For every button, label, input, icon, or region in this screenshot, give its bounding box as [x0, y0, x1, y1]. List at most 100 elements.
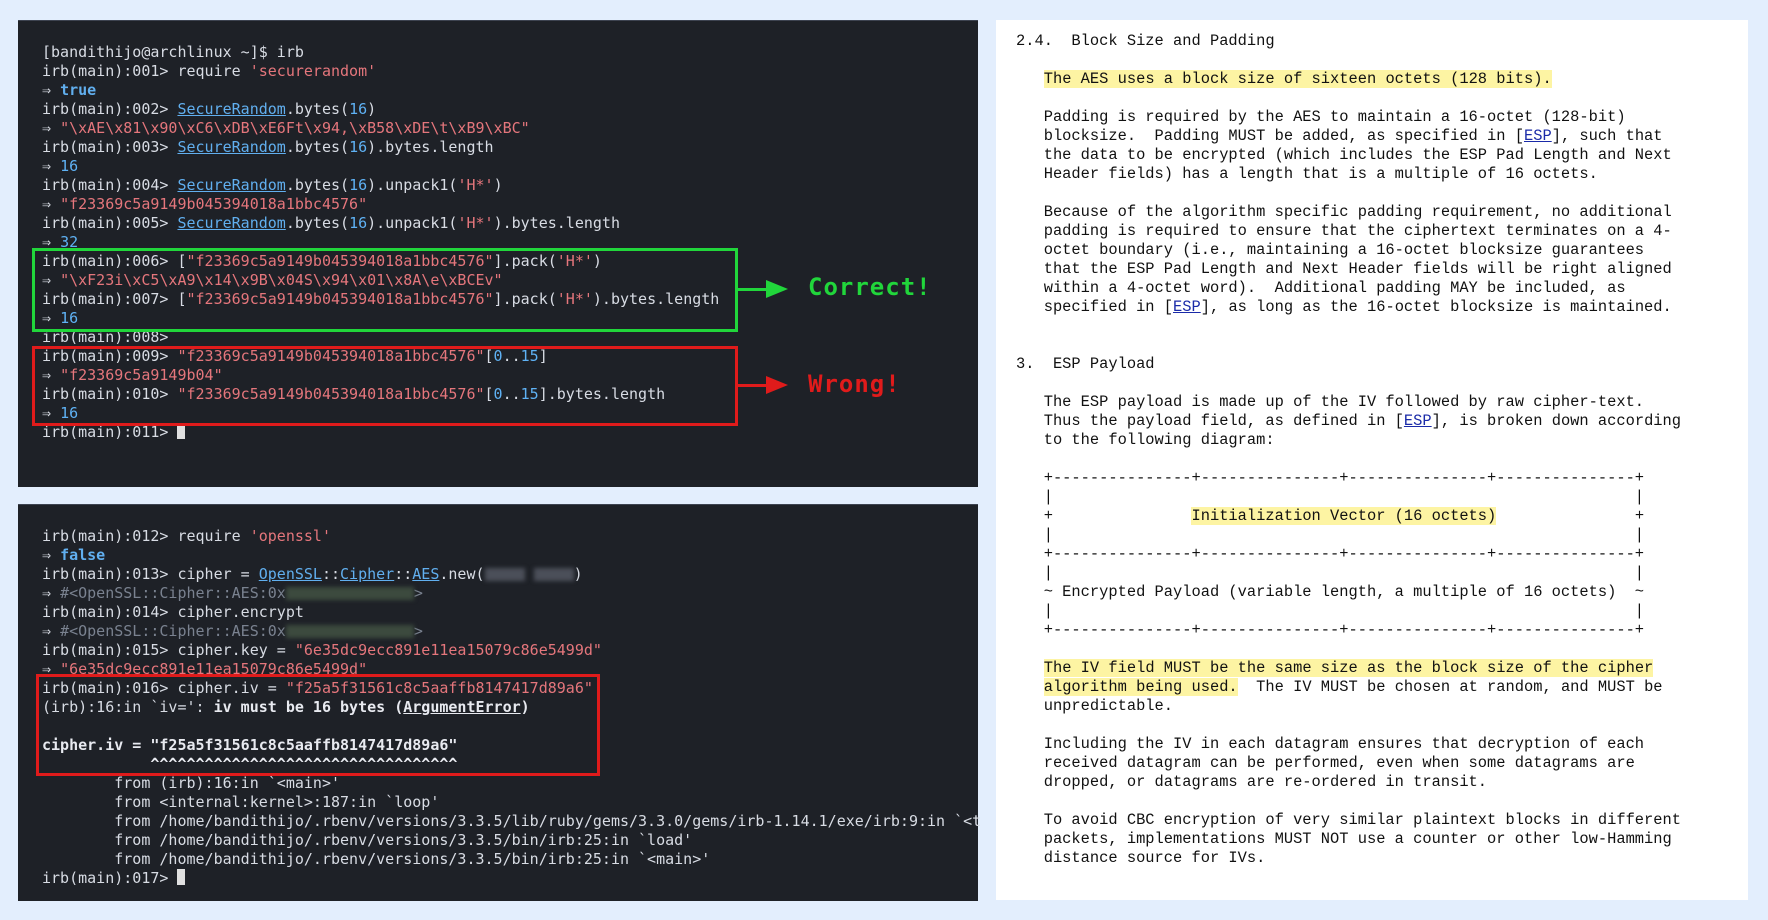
text-line: irb(main):003> SecureRandom.bytes(16).by… [42, 138, 719, 157]
text-segment: 3. ESP Payload [1016, 355, 1155, 373]
redacted-value [533, 568, 574, 581]
text-segment: true [60, 81, 97, 99]
text-line: Because of the algorithm specific paddin… [1016, 203, 1681, 222]
text-segment: irb(main):002> [42, 100, 178, 118]
text-line: the data to be encrypted (which includes… [1016, 146, 1681, 165]
redacted-value [285, 625, 414, 638]
text-line: padding is required to ensure that the c… [1016, 222, 1681, 241]
text-segment: "f23369c5a9149b045394018a1bbc4576" [60, 195, 368, 213]
text-segment: +---------------+---------------+-------… [1016, 469, 1645, 487]
text-segment: ⇒ [42, 119, 61, 137]
text-line: irb(main):004> SecureRandom.bytes(16).un… [42, 176, 719, 195]
text-segment: AES [412, 565, 440, 583]
text-segment: the data to be encrypted (which includes… [1016, 146, 1672, 164]
text-segment: false [60, 546, 106, 564]
text-segment: ).bytes.length [493, 214, 620, 232]
text-segment: 16 [349, 176, 368, 194]
text-segment: to the following diagram: [1016, 431, 1275, 449]
text-segment: | | [1016, 602, 1645, 620]
text-line [1016, 640, 1681, 659]
text-segment: SecureRandom [177, 214, 286, 232]
text-segment: ) [367, 100, 377, 118]
text-segment: 16 [349, 214, 368, 232]
text-segment: Including the IV in each datagram ensure… [1016, 735, 1645, 753]
text-segment: ).unpack1( [367, 176, 458, 194]
text-line [1016, 336, 1681, 355]
text-line: within a 4-octet word). Additional paddi… [1016, 279, 1681, 298]
cursor [177, 869, 186, 885]
text-line: Padding is required by the AES to mainta… [1016, 108, 1681, 127]
text-segment: ) [573, 565, 583, 583]
correct-highlight-box [32, 248, 738, 332]
text-line: irb(main):001> require 'securerandom' [42, 62, 719, 81]
text-line: +---------------+---------------+-------… [1016, 621, 1681, 640]
text-segment: 16 [349, 138, 368, 156]
text-line: | | [1016, 602, 1681, 621]
text-line: | | [1016, 564, 1681, 583]
text-segment: .bytes( [285, 100, 350, 118]
text-line: ⇒ true [42, 81, 719, 100]
text-segment: .bytes( [285, 138, 350, 156]
text-line: ⇒ #<OpenSSL::Cipher::AES:0x > [42, 584, 981, 603]
text-segment: from /home/bandithijo/.rbenv/versions/3.… [42, 812, 982, 830]
highlighted-text: The IV field MUST be the same size as th… [1043, 659, 1654, 677]
text-line: + Initialization Vector (16 octets) + [1016, 507, 1681, 526]
text-line: irb(main):017> [42, 869, 981, 888]
wrong-callout: Wrong! [808, 370, 901, 398]
wrong-arrowhead [766, 376, 788, 394]
text-segment: that the ESP Pad Length and Next Header … [1016, 260, 1672, 278]
text-segment: + [1496, 507, 1645, 525]
text-line: octet boundary (i.e., maintaining a 16-o… [1016, 241, 1681, 260]
text-line: unpredictable. [1016, 697, 1681, 716]
text-segment: To avoid CBC encryption of very similar … [1016, 811, 1681, 829]
text-line: irb(main):002> SecureRandom.bytes(16) [42, 100, 719, 119]
text-line: irb(main):015> cipher.key = "6e35dc9ecc8… [42, 641, 981, 660]
text-line: irb(main):005> SecureRandom.bytes(16).un… [42, 214, 719, 233]
text-segment: ) [493, 176, 503, 194]
text-segment [525, 565, 534, 583]
text-segment: packets, implementations MUST NOT use a … [1016, 830, 1672, 848]
text-line [1016, 716, 1681, 735]
text-segment [1016, 659, 1044, 677]
text-segment: SecureRandom [177, 100, 286, 118]
text-segment: 'securerandom' [249, 62, 377, 80]
text-segment: +---------------+---------------+-------… [1016, 545, 1645, 563]
text-segment [1016, 70, 1044, 88]
text-segment: irb(main):013> cipher = [42, 565, 259, 583]
text-segment: .bytes( [285, 176, 350, 194]
text-segment: "\xAE\x81\x90\xC6\xDB\xE6Ft\x94,\xB58\xD… [60, 119, 530, 137]
text-line: to the following diagram: [1016, 431, 1681, 450]
text-segment: .new( [439, 565, 485, 583]
text-segment: irb(main):012> require [42, 527, 250, 545]
text-line: The ESP payload is made up of the IV fol… [1016, 393, 1681, 412]
text-segment: .bytes( [285, 214, 350, 232]
text-segment: > [413, 584, 423, 602]
text-segment: irb(main):005> [42, 214, 178, 232]
text-segment: irb(main):003> [42, 138, 178, 156]
correct-callout: Correct! [808, 273, 932, 301]
text-segment: octet boundary (i.e., maintaining a 16-o… [1016, 241, 1645, 259]
text-segment: :: [394, 565, 413, 583]
text-line: +---------------+---------------+-------… [1016, 545, 1681, 564]
text-segment: SecureRandom [177, 138, 286, 156]
text-segment: ], is broken down according [1431, 412, 1682, 430]
text-segment: OpenSSL [258, 565, 322, 583]
text-segment: 2.4. Block Size and Padding [1016, 32, 1275, 50]
text-segment: irb(main):004> [42, 176, 178, 194]
esp-link[interactable]: ESP [1173, 298, 1201, 316]
rfc-document-text: 2.4. Block Size and Padding The AES uses… [1016, 32, 1681, 868]
text-line: Including the IV in each datagram ensure… [1016, 735, 1681, 754]
text-segment: 'H*' [457, 176, 494, 194]
text-segment: irb(main):017> [42, 869, 178, 887]
text-line: To avoid CBC encryption of very similar … [1016, 811, 1681, 830]
text-segment: :: [321, 565, 341, 583]
text-segment: Header fields) has a length that is a mu… [1016, 165, 1598, 183]
text-segment: from (irb):16:in `<main>' [42, 774, 341, 792]
esp-link[interactable]: ESP [1404, 412, 1432, 430]
esp-link[interactable]: ESP [1524, 127, 1552, 145]
text-segment: + [1016, 507, 1192, 525]
text-line: irb(main):012> require 'openssl' [42, 527, 981, 546]
text-segment: blocksize. Padding MUST be added, as spe… [1016, 127, 1524, 145]
text-segment: ).unpack1( [367, 214, 458, 232]
text-line: from /home/bandithijo/.rbenv/versions/3.… [42, 831, 981, 850]
